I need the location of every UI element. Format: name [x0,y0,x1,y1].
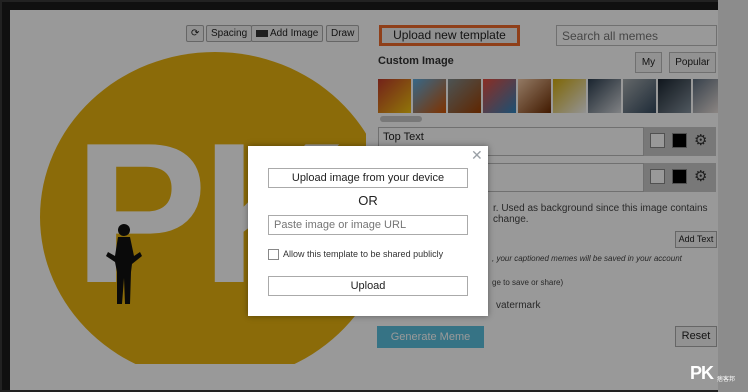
upload-template-dialog: ✕ Upload image from your device OR Allow… [248,146,488,316]
close-icon[interactable]: ✕ [471,147,483,164]
share-publicly-checkbox[interactable] [268,249,279,260]
upload-from-device-button[interactable]: Upload image from your device [268,168,468,188]
pk-logo-subtext: 痞客邦 [717,377,736,383]
share-publicly-label[interactable]: Allow this template to be shared publicl… [283,249,443,259]
pk-watermark-logo: PK 痞客邦 [690,363,746,389]
upload-button[interactable]: Upload [268,276,468,296]
or-separator: OR [358,193,378,208]
image-url-input[interactable] [268,215,468,235]
pk-logo-text: PK [690,363,714,383]
